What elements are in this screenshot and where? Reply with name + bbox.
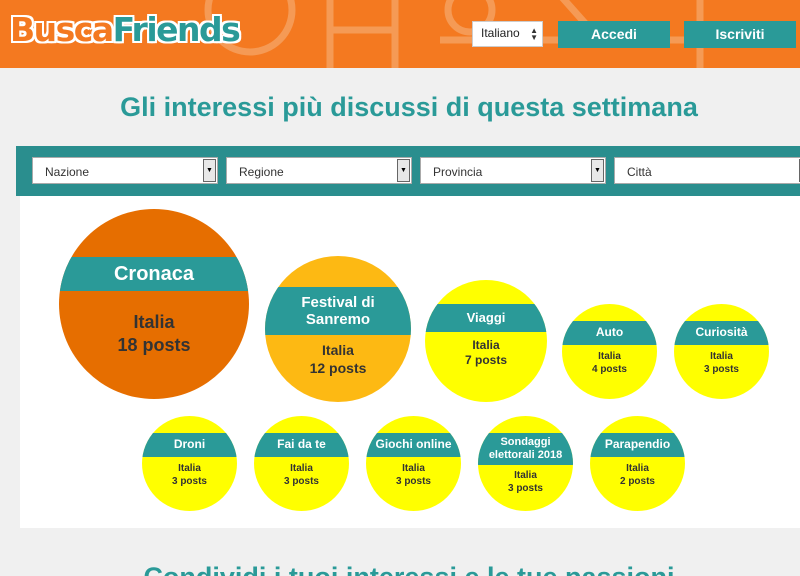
topic-name: Viaggi <box>425 304 547 332</box>
topic-name: Curiosità <box>674 321 769 345</box>
topic-posts: 7 posts <box>464 353 507 367</box>
topic-country: Italia <box>514 470 537 481</box>
topic-country: Italia <box>178 463 201 474</box>
language-select[interactable]: Italiano ▲ ▼ <box>472 21 543 47</box>
topic-country: Italia <box>402 463 425 474</box>
topics-panel: Cronaca Italia 18 posts Festival di Sanr… <box>20 196 800 528</box>
topic-posts: 2 posts <box>619 475 655 487</box>
topic-posts: 12 posts <box>309 359 367 376</box>
select-arrows-icon: ▲ ▼ <box>530 26 538 42</box>
dropdown-arrow-icon: ▼ <box>397 159 410 182</box>
topic-posts: 18 posts <box>117 334 191 355</box>
topic-bubble-cronaca[interactable]: Cronaca Italia 18 posts <box>59 209 249 399</box>
topic-name: Parapendio <box>590 433 685 457</box>
topic-posts: 3 posts <box>283 475 319 487</box>
topic-name: Droni <box>142 433 237 457</box>
topic-name: Sondaggi elettorali 2018 <box>478 433 573 465</box>
topic-name: Cronaca <box>59 257 249 291</box>
topic-name: Giochi online <box>366 433 461 457</box>
logo[interactable]: BuscaFriends <box>10 10 241 49</box>
logo-part-friends: Friends <box>112 10 241 49</box>
topic-name: Auto <box>562 321 657 345</box>
topic-posts: 4 posts <box>591 363 627 375</box>
topic-country: Italia <box>322 342 354 358</box>
topic-bubble-sondaggi-elettorali-2018[interactable]: Sondaggi elettorali 2018 Italia 3 posts <box>478 416 573 511</box>
topic-country: Italia <box>598 351 621 362</box>
topic-bubble-curiosita[interactable]: Curiosità Italia 3 posts <box>674 304 769 399</box>
dropdown-arrow-icon: ▼ <box>203 159 216 182</box>
topic-bubble-parapendio[interactable]: Parapendio Italia 2 posts <box>590 416 685 511</box>
page-title: Gli interessi più discussi di questa set… <box>120 92 698 122</box>
dropdown-arrow-icon: ▼ <box>591 159 604 182</box>
topic-country: Italia <box>626 463 649 474</box>
signup-button[interactable]: Iscriviti <box>684 21 796 48</box>
topic-country: Italia <box>133 312 175 332</box>
topic-name: Fai da te <box>254 433 349 457</box>
login-button[interactable]: Accedi <box>558 21 670 48</box>
region-filter[interactable]: Regione ▼ <box>226 157 412 184</box>
topic-name: Festival di Sanremo <box>265 287 411 335</box>
topic-country: Italia <box>290 463 313 474</box>
topic-posts: 3 posts <box>395 475 431 487</box>
header: BuscaFriends Italiano ▲ ▼ Accedi Iscrivit… <box>0 0 800 68</box>
topic-country: Italia <box>710 351 733 362</box>
topic-bubble-fai-da-te[interactable]: Fai da te Italia 3 posts <box>254 416 349 511</box>
topic-posts: 3 posts <box>507 482 543 494</box>
logo-part-busca: Busca <box>10 10 114 49</box>
city-filter[interactable]: Città ▼ <box>614 157 800 184</box>
location-filter-bar: Nazione ▼ Regione ▼ Provincia ▼ Città ▼ <box>16 146 800 196</box>
country-filter-label: Nazione <box>45 165 90 179</box>
region-filter-label: Regione <box>239 165 284 179</box>
topic-bubble-festival-di-sanremo[interactable]: Festival di Sanremo Italia 12 posts <box>265 256 411 402</box>
topic-country: Italia <box>472 338 500 352</box>
topic-posts: 3 posts <box>703 363 739 375</box>
topic-bubble-giochi-online[interactable]: Giochi online Italia 3 posts <box>366 416 461 511</box>
province-filter-label: Provincia <box>433 165 483 179</box>
province-filter[interactable]: Provincia ▼ <box>420 157 606 184</box>
topic-bubble-droni[interactable]: Droni Italia 3 posts <box>142 416 237 511</box>
country-filter[interactable]: Nazione ▼ <box>32 157 218 184</box>
section-title: Condividi i tuoi interessi e le tue pass… <box>0 562 800 576</box>
topic-bubble-auto[interactable]: Auto Italia 4 posts <box>562 304 657 399</box>
language-value: Italiano <box>481 26 520 40</box>
topic-posts: 3 posts <box>171 475 207 487</box>
city-filter-label: Città <box>627 165 652 179</box>
topic-bubble-viaggi[interactable]: Viaggi Italia 7 posts <box>425 280 547 402</box>
